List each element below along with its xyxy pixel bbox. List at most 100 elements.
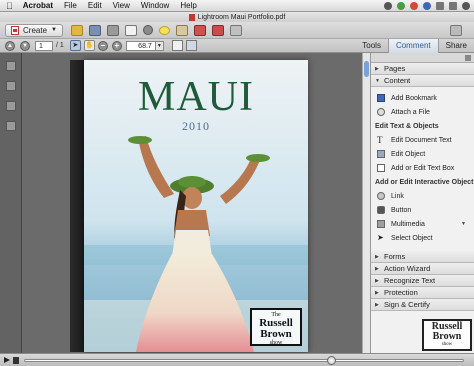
tab-comment[interactable]: Comment: [387, 39, 439, 53]
tray-record-icon[interactable]: [410, 2, 418, 10]
document-area[interactable]: MAUI 2010 The Russell Brown show: [22, 53, 364, 353]
stamp-icon[interactable]: [193, 24, 206, 36]
page-thumbnails-icon[interactable]: [6, 61, 16, 71]
comment-bubble-icon[interactable]: [158, 25, 170, 35]
add-bookmark-item[interactable]: Add Bookmark: [371, 91, 474, 105]
attach-file-item[interactable]: Attach a File: [371, 105, 474, 119]
bookmarks-icon[interactable]: [6, 81, 16, 91]
next-page-icon[interactable]: ▼: [20, 40, 30, 51]
section-content[interactable]: ▼ Content: [371, 75, 474, 87]
status-tray: [384, 0, 470, 12]
section-action-wizard[interactable]: ▶ Action Wizard: [371, 263, 474, 275]
attachments-icon[interactable]: [6, 101, 16, 111]
play-icon[interactable]: [4, 357, 10, 363]
scrollbar-thumb[interactable]: [364, 61, 369, 77]
tray-sync-icon[interactable]: [397, 2, 405, 10]
panel-options-icon[interactable]: [465, 55, 471, 61]
tray-spotlight-icon[interactable]: [462, 2, 470, 10]
menu-help[interactable]: Help: [180, 1, 196, 10]
menu-acrobat[interactable]: Acrobat: [23, 1, 53, 10]
section-forms[interactable]: ▶ Forms: [371, 251, 474, 263]
button-item[interactable]: Button: [371, 203, 474, 217]
video-controller-bar: [0, 353, 474, 366]
add-edit-text-box-item[interactable]: Add or Edit Text Box: [371, 161, 474, 175]
previous-page-icon[interactable]: ▲: [5, 40, 15, 51]
tray-wifi-icon[interactable]: [436, 2, 444, 10]
print-icon[interactable]: [106, 24, 119, 36]
navigation-toolbar: ▲ ▼ 1 / 1 ➤ ✋ − + 68.7 ▼ Tools Comment S…: [0, 39, 474, 53]
menu-file[interactable]: File: [64, 1, 77, 10]
pdf-page[interactable]: MAUI 2010 The Russell Brown show: [84, 60, 308, 352]
zoom-dropdown-icon[interactable]: ▼: [155, 40, 164, 51]
tab-share[interactable]: Share: [439, 39, 474, 53]
highlight-pen-icon[interactable]: [175, 24, 188, 36]
russell-brown-watermark: Russell Brown show: [422, 319, 472, 351]
film-icon: [377, 220, 385, 228]
menu-bar:  Acrobat File Edit View Window Help: [0, 0, 474, 12]
panel-header: [371, 53, 474, 63]
apple-menu-icon[interactable]: : [6, 1, 13, 11]
link-item[interactable]: Link: [371, 189, 474, 203]
content-tasks-panel: ▶ Pages ▼ Content Add Bookmark Attach a …: [370, 53, 474, 353]
triangle-right-icon: ▶: [375, 265, 379, 272]
multimedia-item[interactable]: Multimedia ▼: [371, 217, 474, 231]
chevron-down-icon: ▼: [51, 27, 57, 33]
tab-tools[interactable]: Tools: [355, 39, 388, 53]
section-pages[interactable]: ▶ Pages: [371, 63, 474, 75]
triangle-right-icon: ▶: [375, 253, 379, 260]
link-icon: [377, 192, 385, 200]
zoom-input[interactable]: 68.7: [125, 40, 156, 51]
button-icon: [377, 206, 385, 214]
zoom-in-icon[interactable]: +: [111, 40, 122, 51]
triangle-right-icon: ▶: [375, 277, 379, 284]
section-recognize-text[interactable]: ▶ Recognize Text: [371, 275, 474, 287]
chevron-down-icon[interactable]: ▼: [461, 221, 466, 227]
paperclip-icon: [377, 108, 385, 116]
arrow-pointer-icon: ➤: [377, 233, 384, 242]
window-titlebar: Lightroom Maui Portfolio.pdf: [0, 12, 474, 22]
create-button-label: Create: [23, 25, 48, 35]
document-vertical-scrollbar[interactable]: [362, 53, 370, 353]
page-spine-shadow: [70, 60, 84, 352]
tray-app-icon[interactable]: [384, 2, 392, 10]
email-icon[interactable]: [124, 24, 137, 36]
hand-tool-icon[interactable]: ✋: [83, 40, 95, 51]
section-sign-certify[interactable]: ▶ Sign & Certify: [371, 299, 474, 311]
bookmark-icon: [377, 94, 385, 102]
fit-width-icon[interactable]: [185, 40, 197, 51]
gear-icon[interactable]: [142, 25, 153, 35]
menu-window[interactable]: Window: [141, 1, 169, 10]
menu-edit[interactable]: Edit: [88, 1, 102, 10]
select-tool-icon[interactable]: ➤: [69, 40, 81, 51]
sign-icon[interactable]: [211, 24, 224, 36]
triangle-down-icon: ▼: [375, 77, 380, 84]
left-navigation-pane: [0, 53, 22, 353]
open-folder-icon[interactable]: [70, 24, 83, 36]
section-protection[interactable]: ▶ Protection: [371, 287, 474, 299]
volume-icon[interactable]: [13, 357, 19, 364]
extend-toolbar-icon[interactable]: [450, 25, 462, 36]
cover-title: MAUI: [138, 74, 254, 120]
video-progress-track[interactable]: [24, 359, 464, 362]
page-number-input[interactable]: 1: [35, 40, 53, 51]
lock-icon[interactable]: [229, 24, 242, 36]
triangle-right-icon: ▶: [375, 301, 379, 308]
group-edit-text-objects: Edit Text & Objects: [375, 123, 439, 130]
group-interactive-object: Add or Edit Interactive Object: [375, 179, 474, 186]
edit-document-text-item[interactable]: T Edit Document Text: [371, 133, 474, 147]
video-progress-knob[interactable]: [327, 356, 336, 365]
edit-object-item[interactable]: Edit Object: [371, 147, 474, 161]
zoom-out-icon[interactable]: −: [97, 40, 108, 51]
create-button[interactable]: Create ▼: [5, 23, 63, 37]
tray-bluetooth-icon[interactable]: [423, 2, 431, 10]
tray-volume-icon[interactable]: [449, 2, 457, 10]
main-toolbar: Create ▼: [0, 22, 474, 39]
triangle-right-icon: ▶: [375, 289, 379, 296]
create-pdf-icon: [11, 25, 19, 35]
save-icon[interactable]: [88, 24, 101, 36]
signatures-icon[interactable]: [6, 121, 16, 131]
menu-view[interactable]: View: [113, 1, 130, 10]
fit-page-icon[interactable]: [171, 40, 183, 51]
window-title: Lightroom Maui Portfolio.pdf: [197, 13, 286, 21]
select-object-item[interactable]: ➤ Select Object: [371, 231, 474, 245]
